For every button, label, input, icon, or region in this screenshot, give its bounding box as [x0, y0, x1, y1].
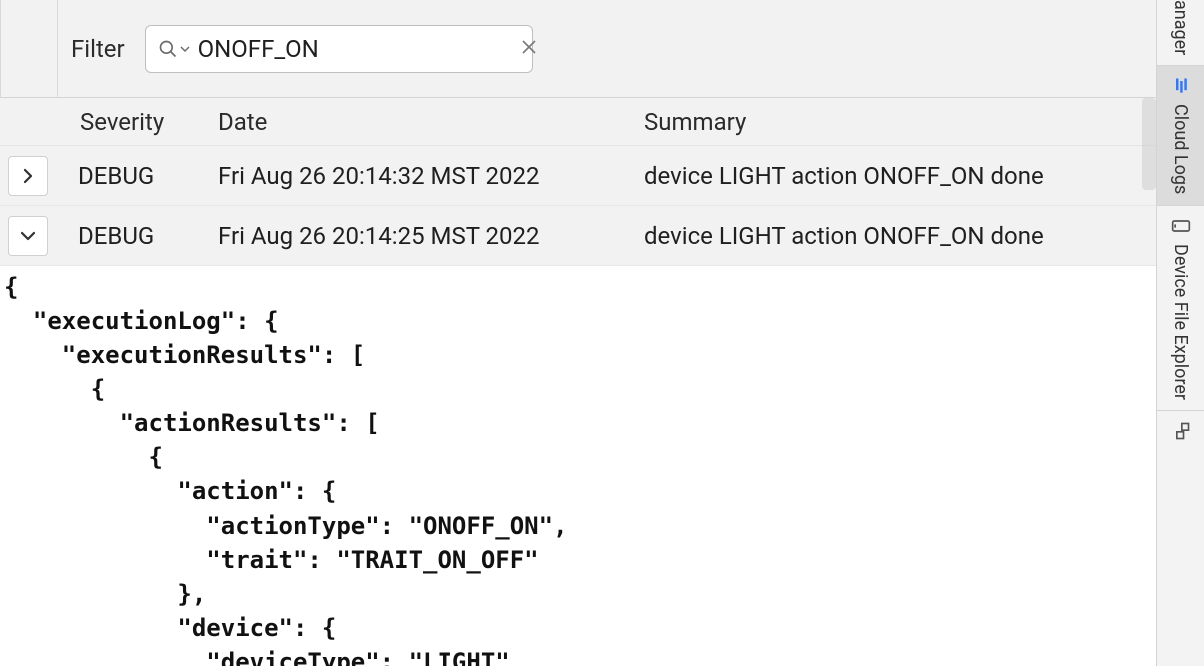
log-table: Severity Date Summary DEBUG Fri Aug 26 2… — [0, 98, 1156, 666]
log-row[interactable]: DEBUG Fri Aug 26 20:14:25 MST 2022 devic… — [0, 206, 1156, 266]
header-severity: Severity — [78, 108, 218, 136]
tab-device-file-explorer[interactable]: Device File Explorer — [1157, 206, 1204, 411]
filter-search-box[interactable] — [145, 25, 533, 73]
log-header-row: Severity Date Summary — [0, 98, 1156, 146]
log-severity: DEBUG — [78, 162, 218, 190]
log-date: Fri Aug 26 20:14:32 MST 2022 — [218, 162, 644, 190]
clear-filter-button[interactable] — [517, 35, 541, 63]
chevron-down-icon — [19, 227, 37, 245]
search-icon[interactable] — [158, 39, 190, 59]
tab-label: Device File Explorer — [1170, 244, 1191, 400]
header-summary: Summary — [644, 108, 1156, 136]
tab-manager[interactable]: anager — [1157, 0, 1204, 66]
log-row[interactable]: DEBUG Fri Aug 26 20:14:32 MST 2022 devic… — [0, 146, 1156, 206]
side-rail: anager Cloud Logs Device File Explorer — [1156, 0, 1204, 666]
filter-label: Filter — [71, 35, 125, 63]
log-summary: device LIGHT action ONOFF_ON done — [644, 162, 1156, 190]
filter-bar: Filter — [0, 0, 1156, 98]
tab-cloud-logs[interactable]: Cloud Logs — [1157, 66, 1204, 205]
divider — [57, 0, 58, 98]
close-icon — [521, 39, 537, 55]
header-date: Date — [218, 108, 644, 136]
chevron-right-icon — [19, 167, 37, 185]
chevron-down-icon — [180, 44, 190, 54]
cloud-logs-icon — [1171, 76, 1191, 96]
layout-icon — [1171, 421, 1191, 441]
log-severity: DEBUG — [78, 222, 218, 250]
log-date: Fri Aug 26 20:14:25 MST 2022 — [218, 222, 644, 250]
scrollbar-thumb[interactable] — [1142, 98, 1156, 190]
tab-label: Cloud Logs — [1170, 104, 1191, 194]
device-icon — [1171, 216, 1191, 236]
log-json-detail: { "executionLog": { "executionResults": … — [0, 266, 1156, 666]
filter-input[interactable] — [190, 35, 517, 63]
log-summary: device LIGHT action ONOFF_ON done — [644, 222, 1156, 250]
tab-label: anager — [1170, 0, 1191, 55]
expand-button[interactable] — [8, 156, 48, 196]
collapse-button[interactable] — [8, 216, 48, 256]
tab-extra[interactable] — [1157, 411, 1204, 451]
